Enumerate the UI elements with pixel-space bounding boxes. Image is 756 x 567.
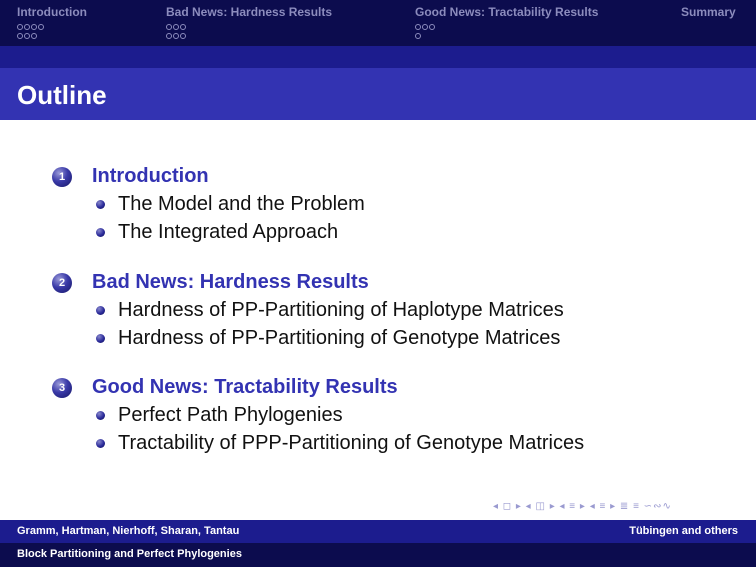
subsection-dot[interactable] xyxy=(31,24,37,30)
subsection-dot[interactable] xyxy=(415,33,421,39)
subsection-dot[interactable] xyxy=(173,33,179,39)
outline-subsection-label: Hardness of PP-Partitioning of Haplotype… xyxy=(118,299,564,321)
section-number-ball: 1 xyxy=(52,167,72,187)
outline-subsection-label: The Integrated Approach xyxy=(118,221,339,243)
nav-section-bad-news[interactable]: Bad News: Hardness Results xyxy=(166,5,332,40)
footer-title-bar: Block Partitioning and Perfect Phylogeni… xyxy=(0,543,756,567)
outline-section-title[interactable]: Bad News: Hardness Results xyxy=(92,271,369,294)
subsection-dot[interactable] xyxy=(180,33,186,39)
footer-affiliation: Tübingen and others xyxy=(629,525,738,537)
bullet-icon xyxy=(96,334,105,343)
subsection-dot[interactable] xyxy=(17,33,23,39)
outline-section-title[interactable]: Good News: Tractability Results xyxy=(92,376,398,399)
nav-section-introduction[interactable]: Introduction xyxy=(17,5,87,40)
outline-subsection-label: Tractability of PPP-Partitioning of Geno… xyxy=(118,432,585,454)
outline-subsection-label: Hardness of PP-Partitioning of Genotype … xyxy=(118,327,561,349)
nav-progress-dots xyxy=(166,22,332,40)
footer-talk-title: Block Partitioning and Perfect Phylogeni… xyxy=(17,548,242,560)
subsection-dot[interactable] xyxy=(24,24,30,30)
nav-section-label: Good News: Tractability Results xyxy=(415,5,599,19)
bullet-icon xyxy=(96,306,105,315)
frame-title-bar: Outline xyxy=(0,68,756,120)
bullet-icon xyxy=(96,228,105,237)
subsection-dot[interactable] xyxy=(24,33,30,39)
nav-section-good-news[interactable]: Good News: Tractability Results xyxy=(415,5,598,40)
section-number-ball: 2 xyxy=(52,273,72,293)
subsection-dot[interactable] xyxy=(38,24,44,30)
section-navigation-bar: Introduction Bad News: Hardness Results … xyxy=(0,0,756,46)
nav-progress-dots xyxy=(17,22,87,40)
subsection-dot[interactable] xyxy=(173,24,179,30)
footer-authors: Gramm, Hartman, Nierhoff, Sharan, Tantau xyxy=(17,525,240,537)
bullet-icon xyxy=(96,411,105,420)
nav-section-summary[interactable]: Summary xyxy=(681,5,736,19)
outline-subsection-label: The Model and the Problem xyxy=(118,193,365,215)
nav-section-label: Introduction xyxy=(17,5,87,19)
nav-progress-dots xyxy=(415,22,598,40)
subsection-dot[interactable] xyxy=(180,24,186,30)
subsection-dot[interactable] xyxy=(31,33,37,39)
outline-subsection-label: Perfect Path Phylogenies xyxy=(118,404,343,426)
section-number-ball: 3 xyxy=(52,378,72,398)
subsection-dot[interactable] xyxy=(429,24,435,30)
header-band xyxy=(0,46,756,68)
subsection-dot[interactable] xyxy=(166,33,172,39)
bullet-icon xyxy=(96,439,105,448)
navigation-symbols[interactable]: ◂ ◻ ▸ ◂ ◫ ▸ ◂ ≡ ▸ ◂ ≡ ▸ ≣ ≡ ∽∾∿ xyxy=(493,501,672,512)
subsection-dot[interactable] xyxy=(17,24,23,30)
subsection-dot[interactable] xyxy=(415,24,421,30)
subsection-dot[interactable] xyxy=(166,24,172,30)
subsection-dot[interactable] xyxy=(422,24,428,30)
nav-section-label: Summary xyxy=(681,5,736,19)
nav-section-label: Bad News: Hardness Results xyxy=(166,5,333,19)
outline-section-title[interactable]: Introduction xyxy=(92,165,209,188)
frame-title: Outline xyxy=(17,80,107,110)
footer-author-bar: Gramm, Hartman, Nierhoff, Sharan, Tantau… xyxy=(0,520,756,543)
bullet-icon xyxy=(96,200,105,209)
